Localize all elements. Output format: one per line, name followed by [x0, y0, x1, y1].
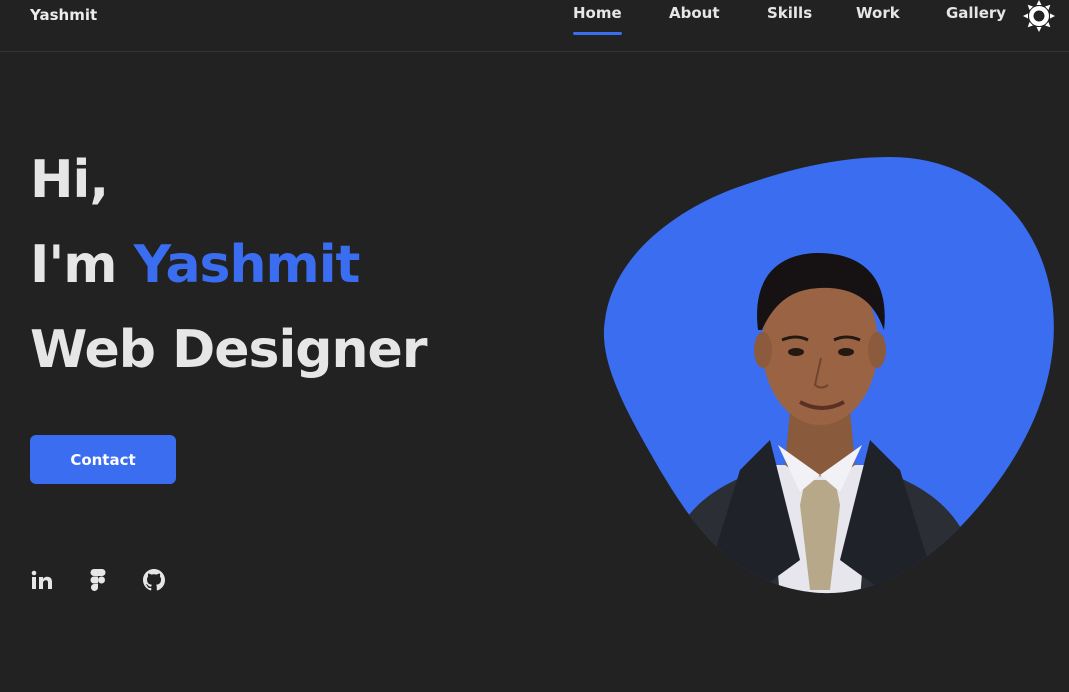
linkedin-link[interactable]	[30, 568, 54, 592]
hero-intro-prefix: I'm	[30, 235, 134, 295]
nav-item-work[interactable]: Work	[856, 4, 900, 22]
nav-item-home[interactable]: Home	[573, 4, 622, 35]
figma-link[interactable]	[86, 568, 110, 592]
profile-image	[600, 150, 1060, 600]
hero-name: Yashmit	[133, 235, 361, 295]
logo[interactable]: Yashmit	[30, 6, 97, 24]
figma-icon	[90, 569, 106, 591]
header: Yashmit Home About Skills Work Gallery	[0, 0, 1069, 52]
hero-intro: I'm Yashmit	[30, 235, 361, 295]
nav-item-skills[interactable]: Skills	[767, 4, 812, 22]
theme-toggle-button[interactable]	[1023, 0, 1055, 32]
hero-greeting: Hi,	[30, 150, 109, 210]
nav-item-gallery[interactable]: Gallery	[946, 4, 1006, 22]
hero-role: Web Designer	[30, 320, 427, 380]
contact-button[interactable]: Contact	[30, 435, 176, 484]
github-icon	[143, 569, 165, 591]
nav-item-about[interactable]: About	[669, 4, 720, 22]
linkedin-icon	[31, 570, 52, 589]
github-link[interactable]	[142, 568, 166, 592]
sun-icon	[1023, 0, 1055, 32]
